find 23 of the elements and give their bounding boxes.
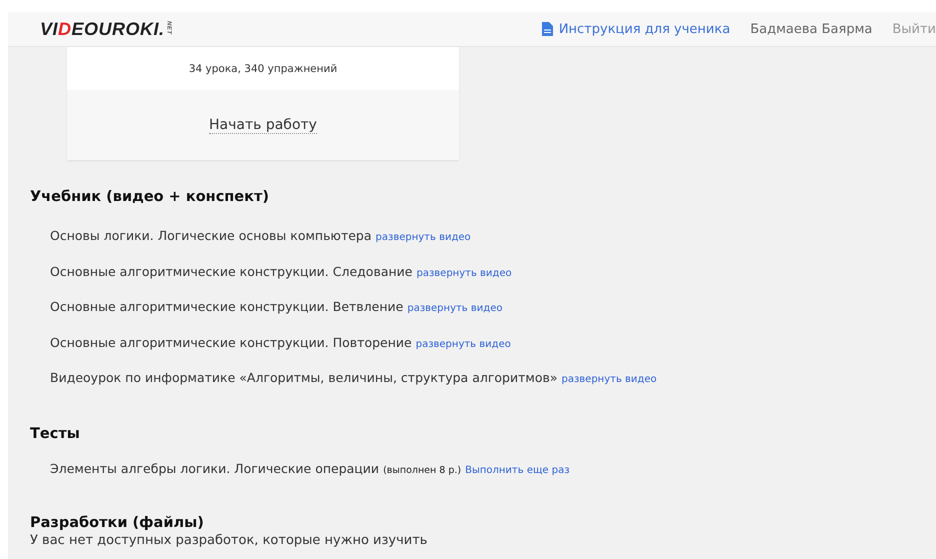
lesson-title: Основные алгоритмические конструкции. Повторение — [50, 334, 412, 350]
expand-video-link[interactable]: развернуть видео — [562, 374, 657, 385]
test-status: (выполнен 8 р.) — [383, 464, 462, 476]
expand-video-link[interactable]: развернуть видео — [376, 232, 471, 243]
expand-video-link[interactable]: развернуть видео — [416, 268, 512, 278]
section-title: Учебник (видео + конспект) — [30, 189, 270, 205]
document-icon — [542, 22, 553, 36]
lesson-title: Основные алгоритмические конструкции. Следование — [50, 264, 412, 278]
start-button[interactable]: Начать работу — [209, 116, 317, 134]
retry-link[interactable]: Выполнить еще раз — [465, 464, 570, 476]
test-title: Элементы алгебры логики. Логические операции — [50, 460, 380, 476]
logout-link[interactable]: Выйти — [892, 22, 936, 36]
section-title: Тесты — [30, 426, 81, 442]
course-summary: 34 урока, 340 упражнений — [188, 62, 338, 74]
expand-video-link[interactable]: развернуть видео — [407, 303, 502, 314]
instruction-link[interactable]: Инструкция для ученика — [558, 22, 730, 36]
lesson-title: Основы логики. Логические основы компьютера — [50, 228, 372, 243]
section-title: Разработки (файлы) — [30, 515, 205, 531]
lesson-title: Видеоурок по информатике «Алгоритмы, величины, структура алгоритмов» — [50, 370, 558, 385]
user-name[interactable]: Бадмаева Баярма — [750, 22, 872, 36]
expand-video-link[interactable]: развернуть видео — [416, 338, 511, 350]
empty-message: У вас нет доступных разработок, которые нужно изучить — [30, 533, 428, 548]
lesson-title: Основные алгоритмические конструкции. Ветвление — [50, 299, 404, 314]
